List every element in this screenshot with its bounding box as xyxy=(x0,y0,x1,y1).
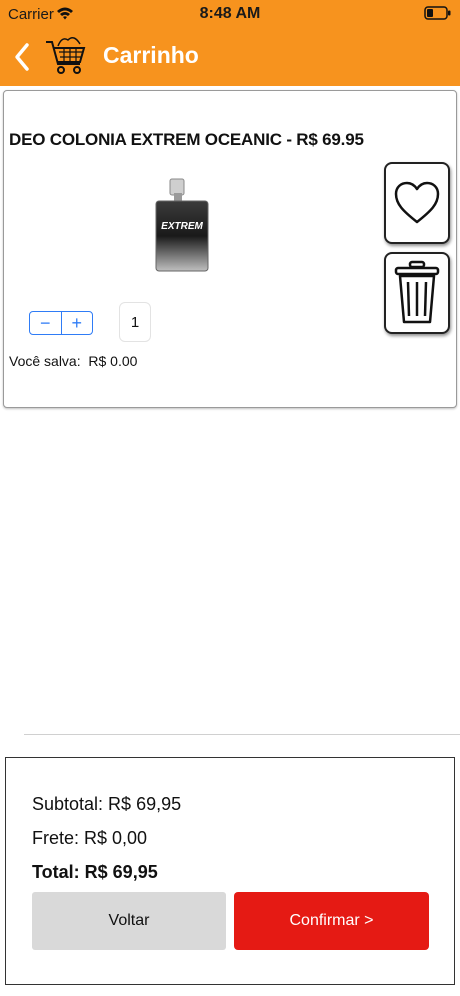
total-text: Total: R$ 69,95 xyxy=(32,862,158,882)
savings-text: Você salva: R$ 0.00 xyxy=(9,353,137,369)
header-bar: Carrier 8:48 AM Carrinho xyxy=(0,0,460,86)
back-button[interactable]: Voltar xyxy=(32,892,226,950)
product-image: EXTREM xyxy=(155,178,209,272)
page-title: Carrinho xyxy=(103,42,199,68)
cart-item-card: DEO COLONIA EXTREM OCEANIC - R$ 69.95 EX… xyxy=(3,90,457,408)
status-time: 8:48 AM xyxy=(199,5,261,22)
savings-value: R$ 0.00 xyxy=(88,353,138,369)
product-title: DEO COLONIA EXTREM OCEANIC - R$ 69.95 xyxy=(9,130,364,149)
battery-icon xyxy=(424,6,451,20)
decrease-quantity-button[interactable]: − xyxy=(30,312,61,334)
increase-quantity-button[interactable]: + xyxy=(62,312,93,334)
savings-label: Você salva: xyxy=(9,353,81,369)
back-chevron-icon[interactable] xyxy=(12,42,32,72)
quantity-stepper: − + xyxy=(29,311,93,335)
heart-icon xyxy=(394,181,440,224)
svg-text:EXTREM: EXTREM xyxy=(161,221,203,232)
trash-icon xyxy=(394,260,440,324)
order-summary-panel: Subtotal: R$ 69,95 Frete: R$ 0,00 Total:… xyxy=(5,757,455,985)
subtotal-text: Subtotal: R$ 69,95 xyxy=(32,794,182,814)
confirm-button[interactable]: Confirmar > xyxy=(234,892,429,950)
section-divider xyxy=(24,734,460,735)
quantity-field[interactable]: 1 xyxy=(119,302,151,342)
favorite-button[interactable] xyxy=(384,162,450,244)
shipping-text: Frete: R$ 0,00 xyxy=(32,828,148,848)
shopping-cart-icon xyxy=(46,37,86,74)
delete-button[interactable] xyxy=(384,252,450,334)
